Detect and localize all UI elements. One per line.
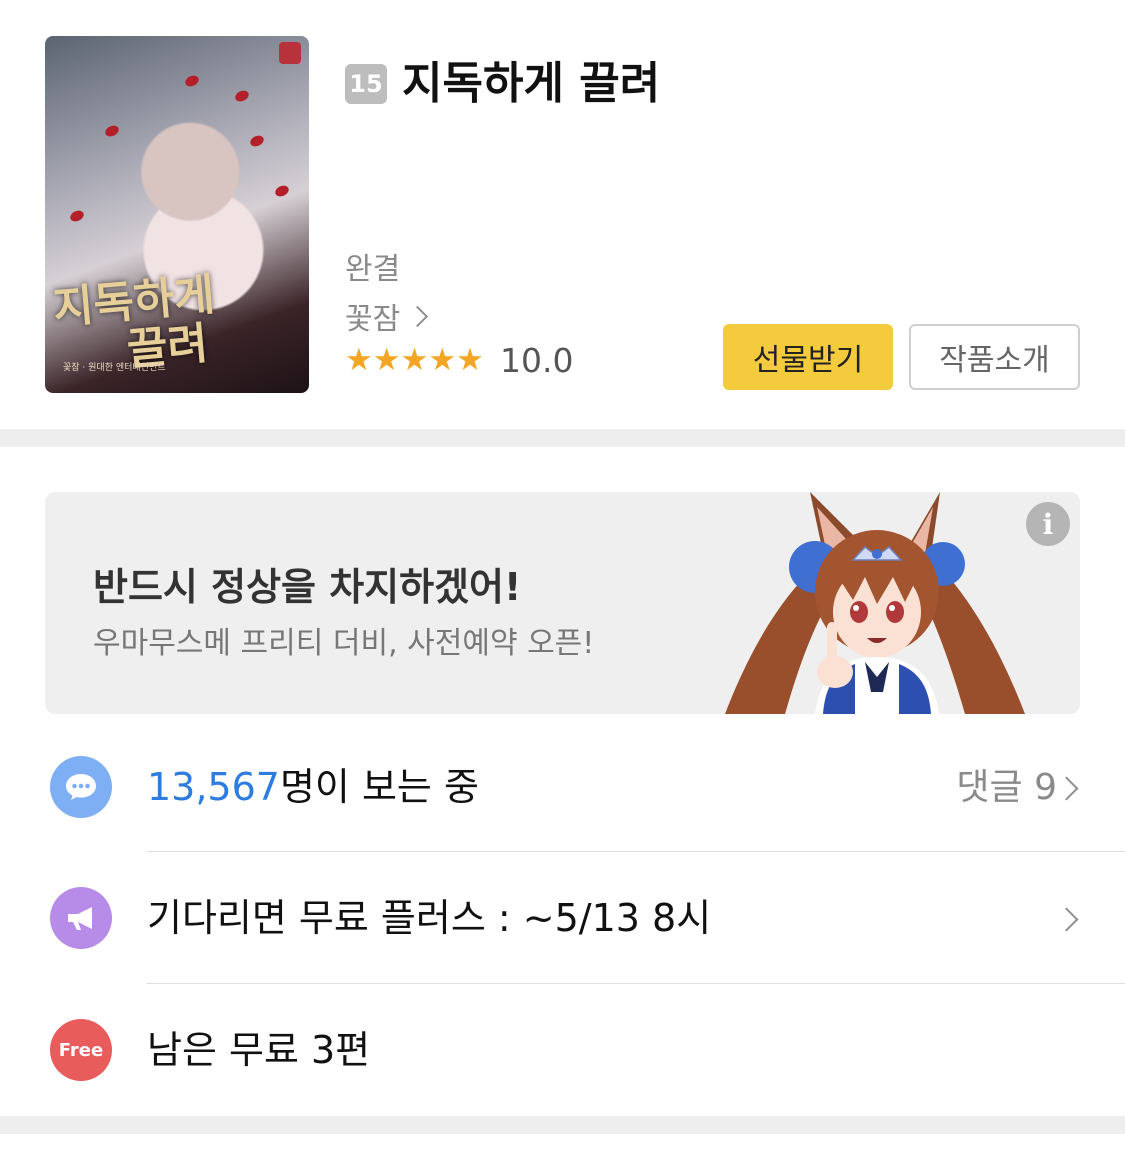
viewer-count: 13,567 (147, 765, 280, 809)
row-divider (147, 983, 1125, 984)
rating: ★★★★★ 10.0 (345, 340, 573, 380)
section-divider (0, 1116, 1125, 1134)
star-rating-icon: ★★★★★ (345, 342, 484, 378)
banner-subline: 우마무스메 프리티 더비, 사전예약 오픈! (93, 626, 595, 661)
gift-button[interactable]: 선물받기 (723, 324, 893, 390)
wait-free-text[interactable]: 기다리면 무료 플러스 : ~5/13 8시 (147, 894, 711, 942)
section-divider (0, 429, 1125, 447)
status-label: 완결 (345, 252, 401, 287)
chat-bubble-icon (50, 756, 112, 818)
author-link[interactable]: 꽃잠 (345, 294, 429, 338)
age-rating-badge: 15 (345, 64, 387, 104)
chevron-right-icon (407, 305, 429, 327)
publisher-logo (279, 42, 301, 64)
page-title: 지독하게 끌려 (402, 58, 661, 109)
author-name: 꽃잠 (345, 302, 401, 337)
comments-link[interactable]: 댓글 9 (956, 764, 1057, 812)
banner-headline: 반드시 정상을 차지하겠어! (93, 565, 522, 609)
viewers-text: 13,567명이 보는 중 (147, 763, 479, 811)
cover-credits: 꽃잠 · 원대한 엔터테인먼트 (63, 363, 166, 373)
cover-image[interactable]: 지독하게 끌려 꽃잠 · 원대한 엔터테인먼트 (45, 36, 309, 393)
row-divider (147, 851, 1125, 852)
intro-button[interactable]: 작품소개 (909, 324, 1080, 390)
info-icon[interactable]: i (1026, 502, 1070, 546)
viewer-suffix: 명이 보는 중 (279, 765, 479, 809)
chevron-right-icon[interactable] (1054, 907, 1079, 932)
banner-character-illustration (725, 492, 1025, 714)
chevron-right-icon[interactable] (1054, 776, 1079, 801)
megaphone-icon (50, 887, 112, 949)
free-badge-icon: Free (50, 1019, 112, 1081)
rating-score: 10.0 (499, 340, 574, 380)
free-left-text: 남은 무료 3편 (147, 1028, 371, 1072)
ad-banner[interactable]: 반드시 정상을 차지하겠어! 우마무스메 프리티 더비, 사전예약 오픈! i (45, 492, 1080, 714)
